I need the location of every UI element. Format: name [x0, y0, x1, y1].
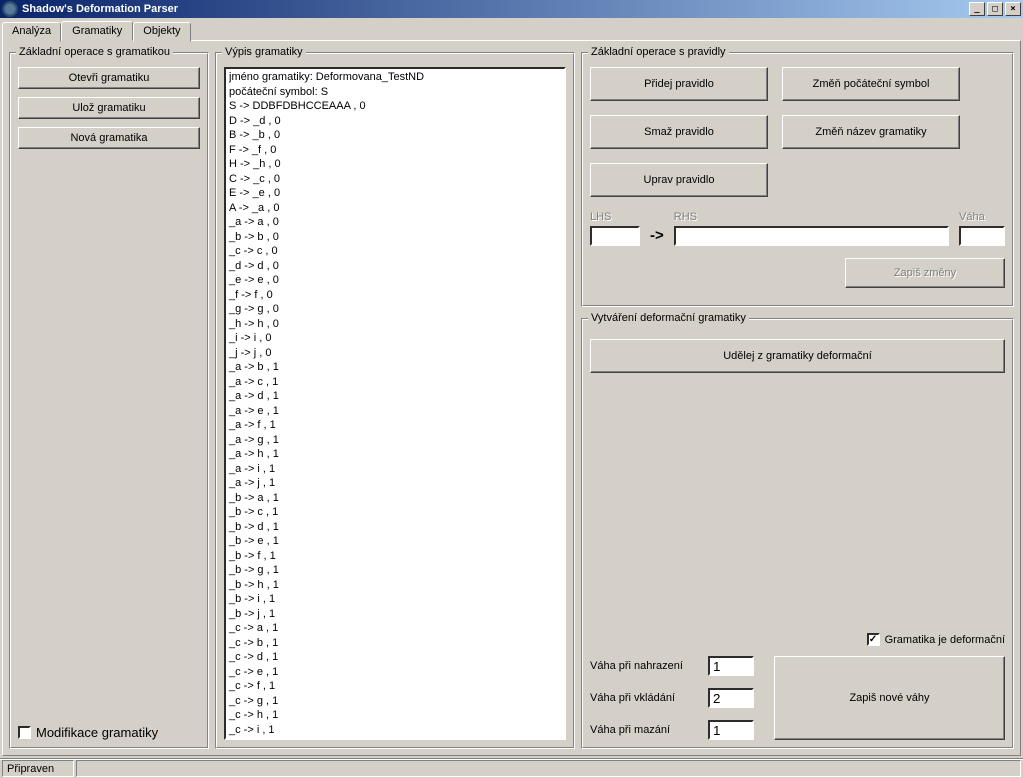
grammar-ops-group: Základní operace s gramatikou Otevři gra…	[9, 52, 209, 749]
arrow-label: ->	[650, 227, 664, 246]
app-window: Shadow's Deformation Parser _ □ × Analýz…	[0, 0, 1023, 778]
weight-replace-label: Váha při nahrazení	[590, 660, 700, 672]
open-grammar-button[interactable]: Otevři gramatiku	[18, 67, 200, 89]
lhs-input[interactable]	[590, 226, 640, 246]
tabstrip: Analýza Gramatiky Objekty	[2, 20, 1021, 40]
check-icon: ✓	[869, 635, 877, 645]
weight-delete-label: Váha při mazání	[590, 724, 700, 736]
tab-grammars[interactable]: Gramatiky	[61, 21, 133, 41]
edit-rule-button[interactable]: Uprav pravidlo	[590, 163, 768, 197]
app-icon	[2, 1, 18, 17]
make-deformation-button[interactable]: Udělej z gramatiky deformační	[590, 339, 1005, 373]
apply-changes-button[interactable]: Zapiš změny	[845, 258, 1005, 288]
status-empty	[76, 760, 1021, 777]
tab-objects[interactable]: Objekty	[133, 22, 190, 42]
grammar-listing-title: Výpis gramatiky	[222, 46, 306, 58]
change-start-symbol-button[interactable]: Změň počáteční symbol	[782, 67, 960, 101]
status-text: Připraven	[2, 760, 74, 777]
window-title: Shadow's Deformation Parser	[22, 3, 967, 15]
modify-grammar-label: Modifikace gramatiky	[36, 725, 158, 740]
rule-ops-group: Základní operace s pravidly Přidej pravi…	[581, 52, 1014, 307]
is-deformation-label: Gramatika je deformační	[885, 634, 1005, 646]
weight-insert-label: Váha při vkládání	[590, 692, 700, 704]
deform-group: Vytváření deformační gramatiky Udělej z …	[581, 318, 1014, 749]
weight-insert-input[interactable]	[708, 688, 754, 708]
add-rule-button[interactable]: Přidej pravidlo	[590, 67, 768, 101]
new-grammar-button[interactable]: Nová gramatika	[18, 127, 200, 149]
maximize-button[interactable]: □	[987, 2, 1003, 16]
minimize-button[interactable]: _	[969, 2, 985, 16]
rhs-label: RHS	[674, 211, 949, 223]
rhs-input[interactable]	[674, 226, 949, 246]
delete-rule-button[interactable]: Smaž pravidlo	[590, 115, 768, 149]
statusbar: Připraven	[0, 758, 1023, 778]
weight-label: Váha	[959, 211, 1005, 223]
weight-delete-input[interactable]	[708, 720, 754, 740]
rule-ops-title: Základní operace s pravidly	[588, 46, 729, 58]
save-grammar-button[interactable]: Ulož gramatiku	[18, 97, 200, 119]
close-button[interactable]: ×	[1005, 2, 1021, 16]
client-area: Analýza Gramatiky Objekty Základní opera…	[0, 18, 1023, 758]
grammar-listbox[interactable]: jméno gramatiky: Deformovana_TestND počá…	[224, 67, 566, 740]
modify-grammar-checkbox[interactable]	[18, 726, 31, 739]
titlebar: Shadow's Deformation Parser _ □ ×	[0, 0, 1023, 18]
grammar-ops-title: Základní operace s gramatikou	[16, 46, 173, 58]
tab-analysis[interactable]: Analýza	[2, 22, 61, 42]
rename-grammar-button[interactable]: Změň název gramatiky	[782, 115, 960, 149]
weight-input[interactable]	[959, 226, 1005, 246]
tab-body: Základní operace s gramatikou Otevři gra…	[2, 40, 1021, 756]
deform-title: Vytváření deformační gramatiky	[588, 312, 749, 324]
save-weights-button[interactable]: Zapiš nové váhy	[774, 656, 1005, 740]
lhs-label: LHS	[590, 211, 640, 223]
is-deformation-checkbox[interactable]: ✓	[867, 633, 880, 646]
weight-replace-input[interactable]	[708, 656, 754, 676]
grammar-listing-group: Výpis gramatiky jméno gramatiky: Deformo…	[215, 52, 575, 749]
